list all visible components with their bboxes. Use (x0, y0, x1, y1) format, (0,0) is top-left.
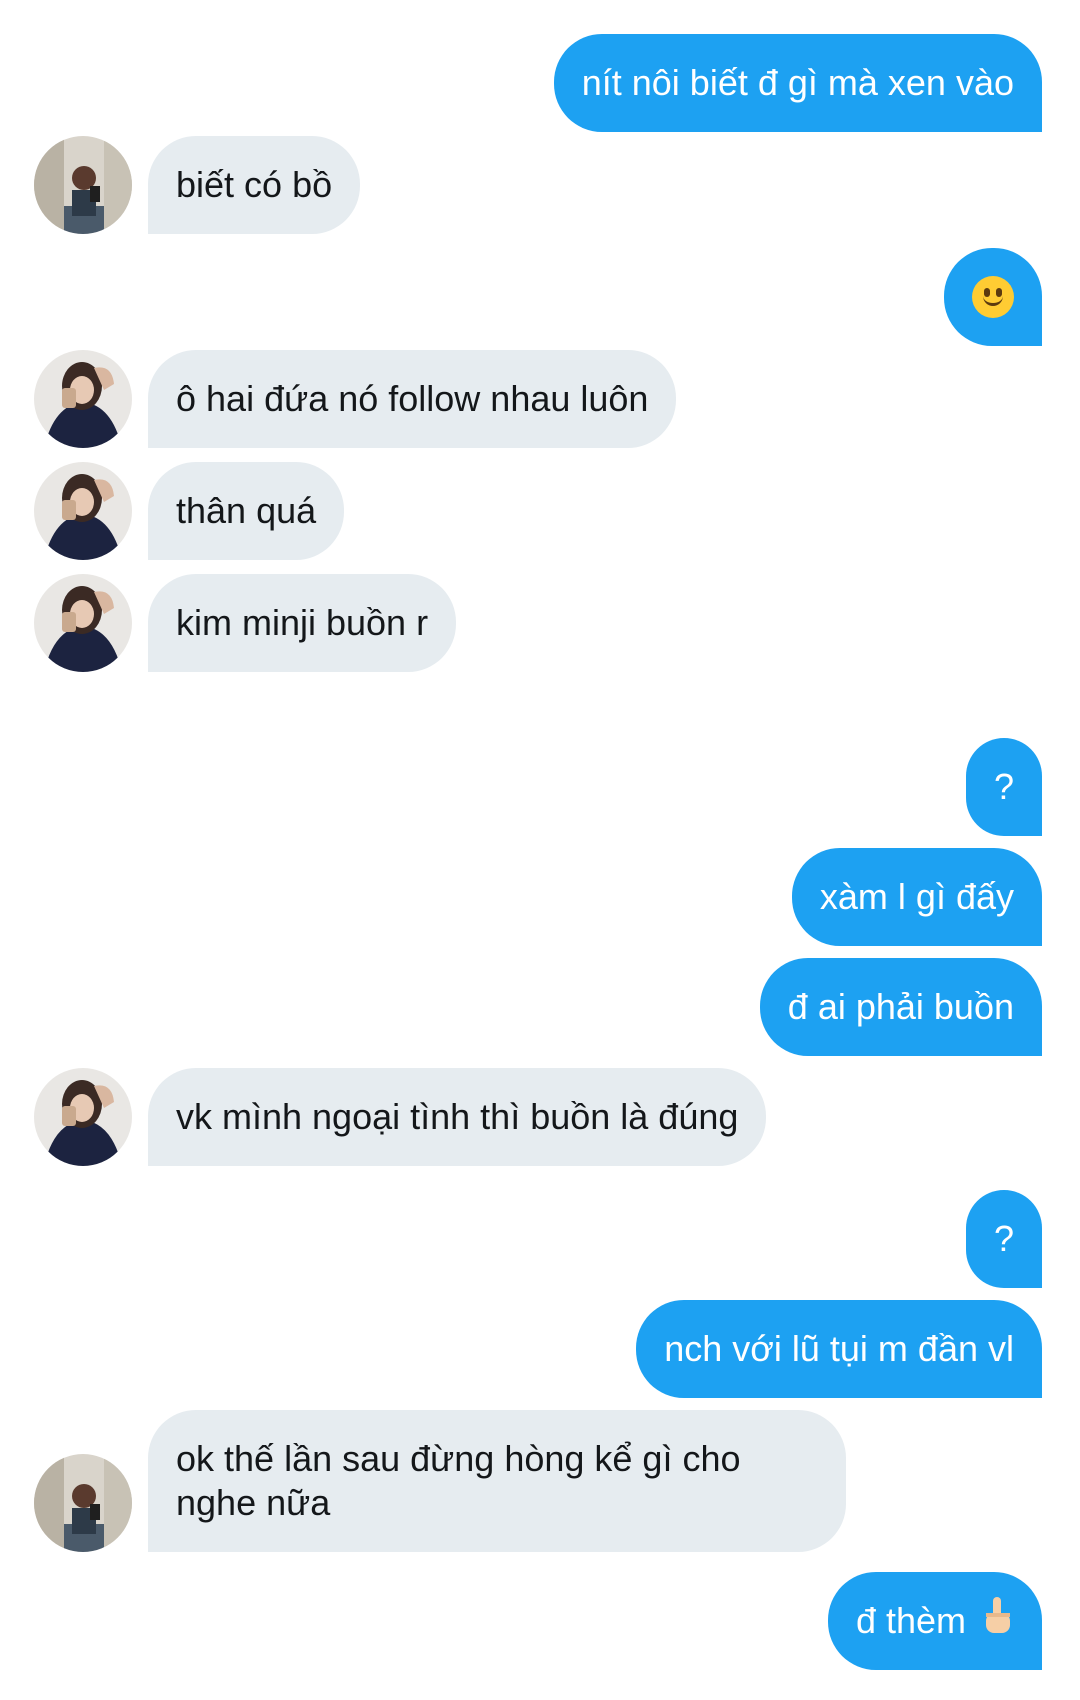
avatar[interactable] (34, 462, 132, 560)
avatar-mirror-selfie-image (34, 136, 132, 234)
message-text: đ ai phải buồn (787, 986, 1014, 1027)
outgoing-message[interactable]: ? (965, 1190, 1042, 1288)
message-text: nít nôi biết đ gì mà xen vào (581, 62, 1014, 103)
outgoing-message[interactable] (944, 248, 1042, 346)
message-text: ô hai đứa nó follow nhau luôn (176, 378, 649, 419)
message-text: nch với lũ tụi m đần vl (664, 1328, 1014, 1369)
outgoing-message[interactable]: đ thèm (827, 1572, 1042, 1670)
avatar-hand-on-head-image (34, 574, 132, 672)
avatar-mirror-selfie-image (34, 1454, 132, 1552)
incoming-message[interactable]: biết có bồ (148, 136, 361, 234)
message-text: ? (993, 766, 1014, 807)
message-text: biết có bồ (176, 164, 333, 205)
message-text: vk mình ngoại tình thì buồn là đúng (176, 1096, 739, 1137)
avatar[interactable] (34, 574, 132, 672)
avatar[interactable] (34, 1068, 132, 1166)
message-text: thân quá (176, 490, 317, 531)
outgoing-message[interactable]: đ ai phải buồn (759, 958, 1042, 1056)
outgoing-message[interactable]: ? (965, 738, 1042, 836)
avatar-hand-on-head-image (34, 350, 132, 448)
message-text: ? (993, 1218, 1014, 1259)
outgoing-message[interactable]: xàm l gì đấy (791, 848, 1042, 946)
message-text: ok thế lần sau đừng hòng kể gì cho nghe … (176, 1438, 741, 1523)
incoming-message[interactable]: kim minji buồn r (148, 574, 457, 672)
message-text: đ thèm (855, 1600, 966, 1641)
incoming-message[interactable]: ô hai đứa nó follow nhau luôn (148, 350, 677, 448)
slightly-smiling-face-icon (972, 276, 1014, 318)
avatar-hand-on-head-image (34, 1068, 132, 1166)
incoming-message[interactable]: ok thế lần sau đừng hòng kể gì cho nghe … (148, 1410, 846, 1552)
avatar-hand-on-head-image (34, 462, 132, 560)
avatar[interactable] (34, 1454, 132, 1552)
conversation-thread: nít nôi biết đ gì mà xen vào biết có bồ (0, 0, 1080, 1700)
incoming-message[interactable]: vk mình ngoại tình thì buồn là đúng (148, 1068, 767, 1166)
outgoing-message[interactable]: nít nôi biết đ gì mà xen vào (553, 34, 1042, 132)
message-text: xàm l gì đấy (819, 876, 1014, 917)
outgoing-message[interactable]: nch với lũ tụi m đần vl (636, 1300, 1042, 1398)
incoming-message[interactable]: thân quá (148, 462, 345, 560)
avatar[interactable] (34, 350, 132, 448)
message-text: kim minji buồn r (176, 602, 429, 643)
avatar[interactable] (34, 136, 132, 234)
hand-pointing-up-icon (980, 1595, 1014, 1647)
